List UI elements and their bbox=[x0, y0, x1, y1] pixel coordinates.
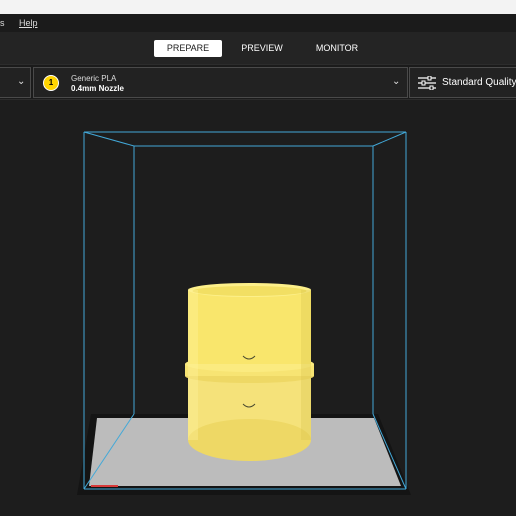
3d-viewport[interactable] bbox=[0, 100, 516, 516]
menu-item-help[interactable]: Help bbox=[19, 18, 38, 28]
tab-preview[interactable]: PREVIEW bbox=[232, 40, 292, 57]
menu-bar: s Help bbox=[0, 14, 516, 32]
extruder-selector[interactable]: 1 Generic PLA 0.4mm Nozzle ⌄ bbox=[33, 67, 408, 98]
material-name: Generic PLA bbox=[71, 74, 117, 83]
printer-selector[interactable]: ⌄ bbox=[0, 67, 31, 98]
model-cylinder[interactable] bbox=[185, 283, 314, 461]
quality-profile-label: Standard Quality... bbox=[442, 77, 516, 88]
nozzle-size: 0.4mm Nozzle bbox=[71, 84, 124, 93]
stage-bar: PREPARE PREVIEW MONITOR bbox=[0, 32, 516, 64]
chevron-down-icon: ⌄ bbox=[17, 76, 26, 87]
scene-svg bbox=[77, 131, 411, 495]
print-setup-toolbar: ⌄ 1 Generic PLA 0.4mm Nozzle ⌄ Standard … bbox=[0, 64, 516, 100]
tab-prepare[interactable]: PREPARE bbox=[154, 40, 222, 57]
chevron-down-icon: ⌄ bbox=[392, 76, 401, 87]
tab-monitor[interactable]: MONITOR bbox=[306, 40, 368, 57]
menu-item-partial[interactable]: s bbox=[0, 18, 5, 28]
extruder-number: 1 bbox=[48, 78, 54, 87]
print-settings-selector[interactable]: Standard Quality... bbox=[409, 67, 516, 98]
extruder-icon: 1 bbox=[43, 75, 59, 91]
settings-sliders-icon bbox=[418, 76, 436, 90]
window-top-strip bbox=[0, 0, 516, 14]
